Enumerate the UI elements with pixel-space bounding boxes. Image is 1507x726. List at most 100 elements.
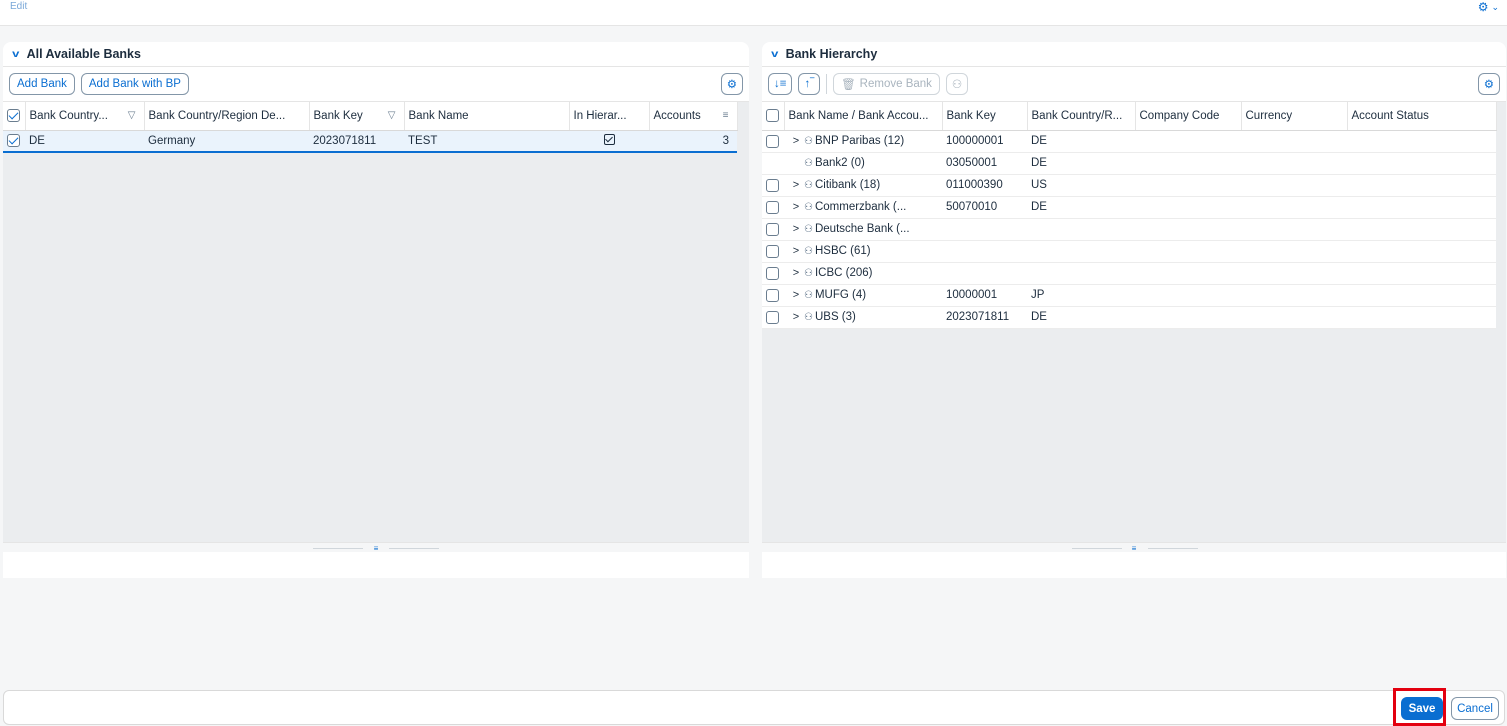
cell-currency bbox=[1241, 218, 1347, 241]
cell-account-status bbox=[1347, 306, 1496, 329]
select-all-checkbox[interactable] bbox=[766, 109, 779, 123]
cell-bank-name: TEST bbox=[404, 130, 569, 153]
table-row[interactable]: > ⚇ Deutsche Bank (... bbox=[762, 218, 1496, 241]
collapse-chevron-icon[interactable]: v bbox=[12, 49, 19, 60]
column-header[interactable]: Bank Country/R... bbox=[1027, 102, 1136, 131]
table-header-row: Bank Name / Bank Accou... Bank Key Bank … bbox=[762, 102, 1497, 131]
row-select-cell[interactable] bbox=[762, 262, 784, 285]
row-checkbox[interactable] bbox=[766, 288, 779, 302]
bank-name-label: Bank2 (0) bbox=[814, 157, 865, 169]
table-resize-handle[interactable]: ≡ bbox=[3, 542, 749, 553]
column-header[interactable]: Bank Name / Bank Accou... bbox=[784, 102, 943, 131]
cell-country bbox=[1027, 240, 1135, 263]
column-header[interactable]: Bank Country... ▽ bbox=[25, 102, 145, 131]
table-row[interactable]: > ⚇ MUFG (4) 10000001 JP bbox=[762, 284, 1496, 307]
column-header[interactable]: Bank Key ▽ bbox=[309, 102, 405, 131]
cell-bank-name: > ⚇ MUFG (4) bbox=[784, 284, 942, 307]
collapse-chevron-icon[interactable]: v bbox=[771, 49, 778, 60]
bank-name-label: ICBC (206) bbox=[814, 267, 873, 279]
column-header[interactable]: Bank Country/Region De... bbox=[144, 102, 310, 131]
column-header[interactable]: Bank Name bbox=[404, 102, 570, 131]
people-button[interactable]: ⚇ bbox=[945, 73, 969, 95]
add-bank-with-bp-button[interactable]: Add Bank with BP bbox=[80, 73, 189, 95]
column-header[interactable]: Accounts ≡ bbox=[649, 102, 738, 131]
cell-bank-name: ⚇ Bank2 (0) bbox=[784, 152, 942, 175]
table-row[interactable]: DE Germany 2023071811 TEST 3 bbox=[3, 130, 737, 153]
page-settings-menu[interactable]: ⚙ ⌄ bbox=[1478, 0, 1499, 14]
table-row[interactable]: > ⚇ UBS (3) 2023071811 DE bbox=[762, 306, 1496, 329]
row-checkbox[interactable] bbox=[766, 200, 779, 214]
cell-bank-key: 2023071811 bbox=[942, 306, 1027, 329]
left-toolbar: Add Bank Add Bank with BP ⚙ bbox=[3, 67, 749, 102]
cell-currency bbox=[1241, 174, 1347, 197]
panel-header: v All Available Banks bbox=[3, 42, 749, 67]
expand-chevron-icon[interactable]: > bbox=[788, 311, 804, 323]
cancel-button[interactable]: Cancel bbox=[1451, 697, 1499, 720]
expand-chevron-icon[interactable]: > bbox=[788, 201, 804, 213]
select-all-cell[interactable] bbox=[762, 102, 785, 131]
expand-chevron-icon[interactable]: > bbox=[788, 245, 804, 257]
gear-icon: ⚙ bbox=[1477, 0, 1489, 14]
row-checkbox[interactable] bbox=[766, 310, 779, 324]
expand-chevron-icon[interactable]: > bbox=[788, 223, 804, 235]
row-select-cell[interactable] bbox=[762, 218, 784, 241]
expand-chevron-icon[interactable]: > bbox=[788, 135, 804, 147]
row-checkbox[interactable] bbox=[766, 178, 779, 192]
row-checkbox[interactable] bbox=[766, 134, 779, 148]
column-header[interactable]: Account Status bbox=[1347, 102, 1497, 131]
add-bank-button[interactable]: Add Bank bbox=[9, 73, 75, 95]
cell-company-code bbox=[1135, 262, 1241, 285]
row-select-cell[interactable] bbox=[762, 174, 784, 197]
filter-icon: ▽ bbox=[387, 109, 396, 121]
table-settings-button[interactable]: ⚙ bbox=[1477, 73, 1500, 95]
expand-all-button[interactable]: ↓≡ bbox=[768, 73, 793, 95]
cell-country: DE bbox=[1027, 130, 1135, 153]
table-row[interactable]: > ⚇ HSBC (61) bbox=[762, 240, 1496, 263]
select-all-checkbox[interactable] bbox=[7, 109, 20, 123]
column-header[interactable]: Bank Key bbox=[942, 102, 1028, 131]
column-header[interactable]: Currency bbox=[1241, 102, 1348, 131]
column-header[interactable]: Company Code bbox=[1135, 102, 1242, 131]
cell-company-code bbox=[1135, 152, 1241, 175]
row-select-cell[interactable] bbox=[762, 306, 784, 329]
expand-chevron-icon[interactable]: > bbox=[788, 267, 804, 279]
bank-group-icon: ⚇ bbox=[804, 136, 813, 147]
cell-currency bbox=[1241, 152, 1347, 175]
row-select-cell[interactable] bbox=[762, 130, 784, 153]
row-checkbox[interactable] bbox=[7, 134, 20, 148]
remove-bank-button[interactable]: 🗑 Remove Bank bbox=[833, 73, 940, 95]
table-row[interactable]: > ⚇ ICBC (206) bbox=[762, 262, 1496, 285]
table-settings-button[interactable]: ⚙ bbox=[720, 73, 743, 95]
row-select-cell[interactable] bbox=[762, 152, 784, 175]
row-checkbox[interactable] bbox=[766, 222, 779, 236]
expand-chevron-icon[interactable]: > bbox=[788, 179, 804, 191]
row-checkbox[interactable] bbox=[766, 266, 779, 280]
row-select-cell[interactable] bbox=[762, 196, 784, 219]
table-row[interactable]: ⚇ Bank2 (0) 03050001 DE bbox=[762, 152, 1496, 175]
people-icon: ⚇ bbox=[951, 79, 963, 91]
row-checkbox[interactable] bbox=[766, 244, 779, 258]
cell-bank-key: 011000390 bbox=[942, 174, 1027, 197]
chevron-down-icon: ⌄ bbox=[1491, 1, 1499, 12]
grip-icon: ≡ bbox=[373, 544, 379, 553]
bank-name-label: BNP Paribas (12) bbox=[814, 135, 905, 147]
save-button[interactable]: Save bbox=[1401, 697, 1443, 720]
row-select-cell[interactable] bbox=[3, 130, 25, 153]
table-header-row: Bank Country... ▽ Bank Country/Region De.… bbox=[3, 102, 738, 131]
expand-chevron-icon[interactable]: > bbox=[788, 289, 804, 301]
table-resize-handle[interactable]: ≡ bbox=[762, 542, 1506, 553]
table-row[interactable]: > ⚇ Citibank (18) 011000390 US bbox=[762, 174, 1496, 197]
grip-icon: ≡ bbox=[1131, 544, 1137, 553]
select-all-cell[interactable] bbox=[3, 102, 26, 131]
cell-in-hierarchy bbox=[569, 130, 649, 153]
panel-title: Bank Hierarchy bbox=[785, 47, 878, 61]
column-header[interactable]: In Hierar... bbox=[569, 102, 650, 131]
cell-bank-key: 03050001 bbox=[942, 152, 1027, 175]
cell-account-status bbox=[1347, 174, 1496, 197]
row-select-cell[interactable] bbox=[762, 284, 784, 307]
table-row[interactable]: > ⚇ BNP Paribas (12) 100000001 DE bbox=[762, 130, 1496, 153]
collapse-all-button[interactable]: ↑‾ bbox=[798, 73, 821, 95]
row-select-cell[interactable] bbox=[762, 240, 784, 263]
divider bbox=[313, 548, 363, 549]
table-row[interactable]: > ⚇ Commerzbank (... 50070010 DE bbox=[762, 196, 1496, 219]
